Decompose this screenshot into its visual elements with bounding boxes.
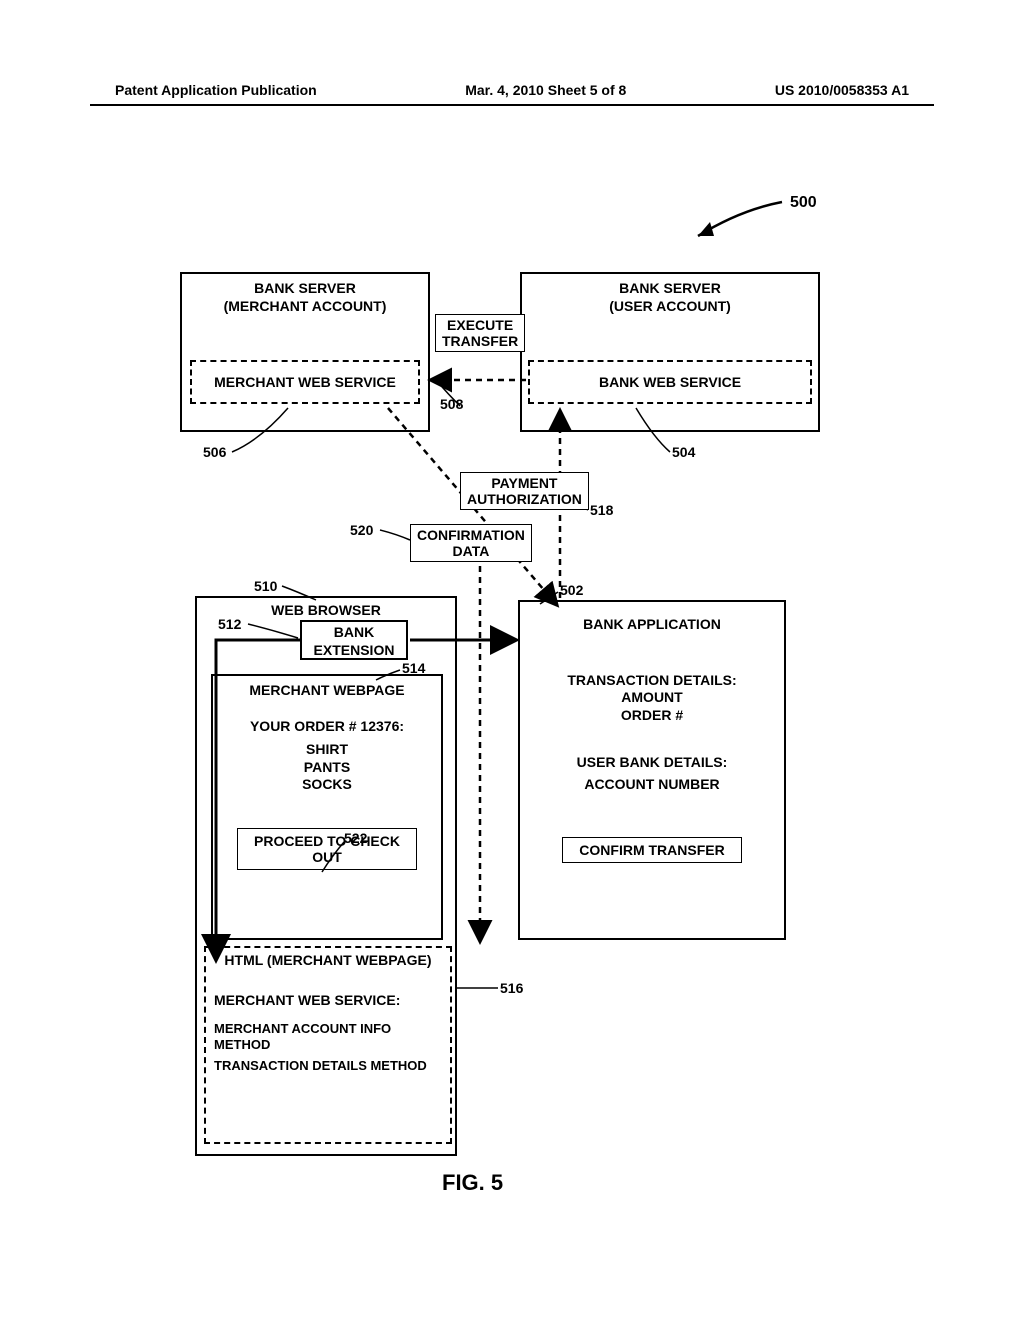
- ref-508: 508: [440, 396, 463, 412]
- header-left: Patent Application Publication: [115, 82, 317, 98]
- merchant-web-service-label: MERCHANT WEB SERVICE: [192, 374, 418, 392]
- merchant-ws-m2: TRANSACTION DETAILS METHOD: [206, 1054, 450, 1074]
- bank-server-user-title: BANK SERVER (USER ACCOUNT): [522, 274, 818, 315]
- bank-application-title: BANK APPLICATION: [520, 602, 784, 634]
- figure-caption: FIG. 5: [442, 1170, 503, 1196]
- tx-details-label: TRANSACTION DETAILS:: [520, 672, 784, 690]
- bank-server-merchant-title: BANK SERVER (MERCHANT ACCOUNT): [182, 274, 428, 315]
- page-header: Patent Application Publication Mar. 4, 2…: [0, 82, 1024, 98]
- ref-514: 514: [402, 660, 425, 676]
- header-center: Mar. 4, 2010 Sheet 5 of 8: [465, 82, 626, 98]
- header-rule: [90, 104, 934, 106]
- ref-510: 510: [254, 578, 277, 594]
- ref-500: 500: [790, 194, 817, 212]
- diagram: 500 BANK SERVER (MERCHANT ACCOUNT) BANK …: [0, 180, 1024, 1200]
- bank-server-user-box: BANK SERVER (USER ACCOUNT): [520, 272, 820, 432]
- ref-502: 502: [560, 582, 583, 598]
- execute-transfer-label: EXECUTE TRANSFER: [435, 314, 525, 352]
- ref-512: 512: [218, 616, 241, 632]
- account-number-label: ACCOUNT NUMBER: [520, 776, 784, 794]
- merchant-ws-m1: MERCHANT ACCOUNT INFO METHOD: [206, 1009, 450, 1054]
- bank-web-service-box: BANK WEB SERVICE: [528, 360, 812, 404]
- item-2: SOCKS: [213, 776, 441, 794]
- item-0: SHIRT: [213, 741, 441, 759]
- tx-amount-label: AMOUNT: [520, 689, 784, 707]
- html-merchant-title: HTML (MERCHANT WEBPAGE): [206, 948, 450, 970]
- ref-520: 520: [350, 522, 373, 538]
- tx-order-label: ORDER #: [520, 707, 784, 725]
- order-line: YOUR ORDER # 12376:: [213, 718, 441, 736]
- ref-522: 522: [344, 830, 367, 846]
- merchant-webpage-box: MERCHANT WEBPAGE YOUR ORDER # 12376: SHI…: [211, 674, 443, 940]
- merchant-web-service-box: MERCHANT WEB SERVICE: [190, 360, 420, 404]
- html-merchant-box: HTML (MERCHANT WEBPAGE) MERCHANT WEB SER…: [204, 946, 452, 1144]
- bank-extension-label: BANK EXTENSION: [302, 622, 406, 659]
- bank-extension-box: BANK EXTENSION: [300, 620, 408, 660]
- payment-authorization-label: PAYMENT AUTHORIZATION: [460, 472, 589, 510]
- merchant-ws-block-title: MERCHANT WEB SERVICE:: [206, 970, 450, 1010]
- confirmation-data-label: CONFIRMATION DATA: [410, 524, 532, 562]
- header-right: US 2010/0058353 A1: [775, 82, 909, 98]
- ref-504: 504: [672, 444, 695, 460]
- proceed-checkout-button[interactable]: PROCEED TO CHECK OUT: [237, 828, 417, 870]
- ref-516: 516: [500, 980, 523, 996]
- bank-server-merchant-box: BANK SERVER (MERCHANT ACCOUNT): [180, 272, 430, 432]
- merchant-webpage-title: MERCHANT WEBPAGE: [213, 676, 441, 700]
- ref-518: 518: [590, 502, 613, 518]
- bank-application-box: BANK APPLICATION TRANSACTION DETAILS: AM…: [518, 600, 786, 940]
- ref-506: 506: [203, 444, 226, 460]
- item-1: PANTS: [213, 759, 441, 777]
- user-bank-details-label: USER BANK DETAILS:: [520, 754, 784, 772]
- confirm-transfer-button[interactable]: CONFIRM TRANSFER: [562, 837, 742, 863]
- bank-web-service-label: BANK WEB SERVICE: [530, 374, 810, 392]
